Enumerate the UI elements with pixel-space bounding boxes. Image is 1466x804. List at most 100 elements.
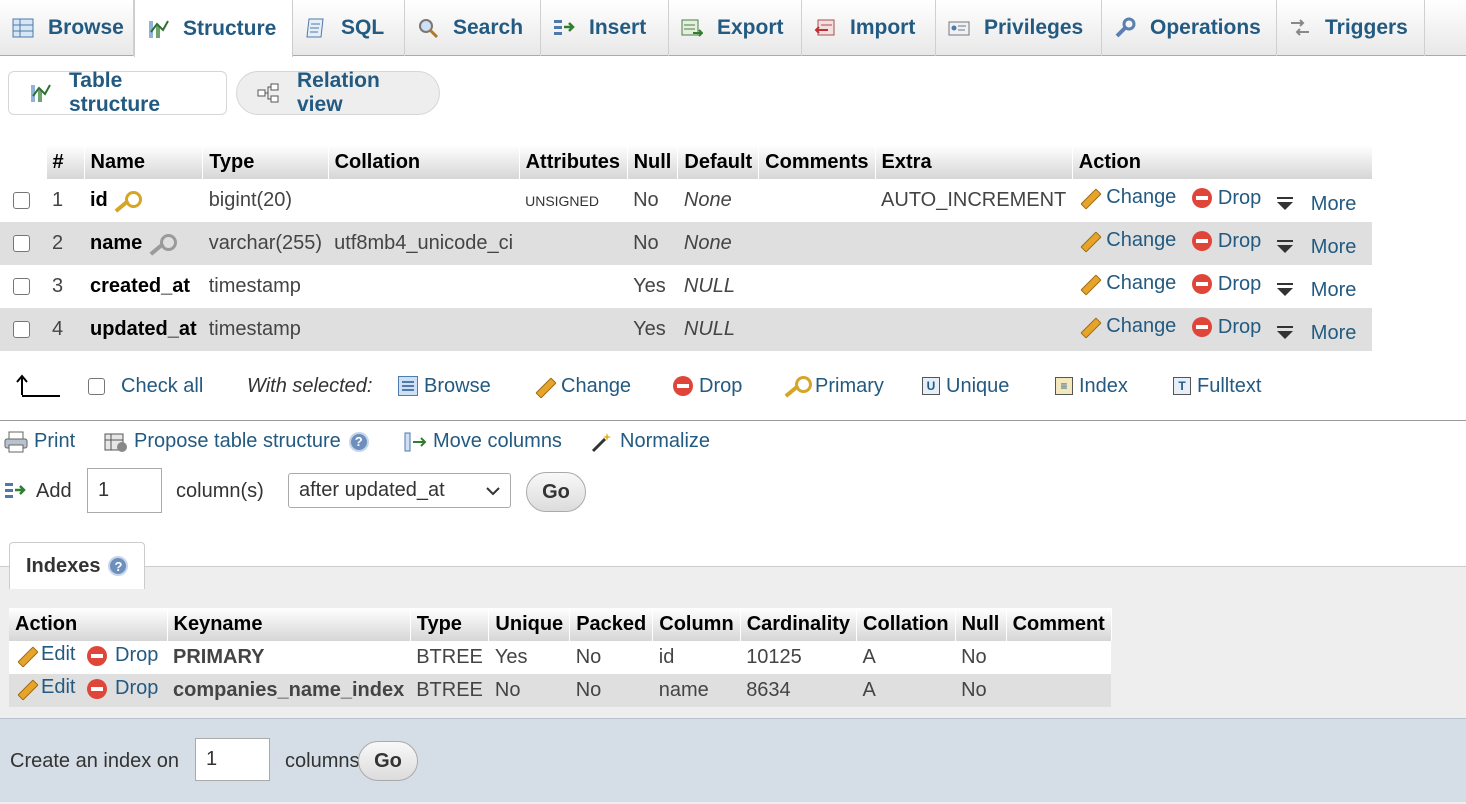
index-keyname: companies_name_index: [167, 674, 411, 707]
bulk-drop-button[interactable]: Drop: [673, 375, 742, 398]
change-link[interactable]: Change: [1078, 272, 1176, 295]
move-columns-link[interactable]: Move columns: [403, 430, 562, 453]
column-header[interactable]: #: [46, 145, 85, 179]
index-type: BTREE: [410, 641, 489, 674]
column-position-select[interactable]: after updated_at: [288, 473, 511, 508]
more-dropdown[interactable]: More: [1276, 322, 1356, 345]
drop-icon: [1191, 231, 1212, 251]
column-header[interactable]: Comments: [758, 145, 876, 179]
more-label: More: [1310, 235, 1357, 258]
column-header[interactable]: Name: [84, 145, 204, 179]
tab-label: Insert: [589, 16, 647, 39]
tab-search[interactable]: Search: [405, 0, 541, 56]
tab-export[interactable]: Export: [669, 0, 802, 56]
more-dropdown[interactable]: More: [1276, 235, 1357, 259]
check-all[interactable]: Check all: [88, 375, 203, 398]
column-name: id: [90, 189, 108, 211]
help-icon[interactable]: ?: [348, 431, 369, 452]
row-number: 4: [46, 308, 84, 351]
drop-link[interactable]: Drop: [1191, 273, 1261, 296]
check-all-label[interactable]: Check all: [121, 375, 203, 398]
normalize-link[interactable]: Normalize: [590, 430, 710, 453]
drop-index-link[interactable]: Drop: [87, 644, 158, 667]
bulk-primary-button[interactable]: Primary: [783, 375, 884, 398]
column-header[interactable]: Default: [677, 145, 760, 179]
column-header[interactable]: Attributes: [519, 145, 628, 179]
create-index-count-input[interactable]: 1: [195, 738, 270, 781]
tab-label: Search: [453, 16, 524, 39]
tab-operations[interactable]: Operations: [1102, 0, 1277, 56]
tab-privileges[interactable]: Privileges: [936, 0, 1102, 56]
pencil-icon: [1078, 186, 1100, 208]
column-extra: AUTO_INCREMENT: [875, 179, 1073, 222]
bulk-unique-button[interactable]: U Unique: [922, 375, 1009, 398]
change-link[interactable]: Change: [1078, 315, 1176, 338]
change-link[interactable]: Change: [1078, 186, 1176, 209]
column-null: No: [627, 179, 678, 222]
subtab-table-structure[interactable]: Table structure: [8, 69, 227, 116]
column-header[interactable]: Action: [1072, 145, 1373, 179]
edit-index-link[interactable]: Edit: [15, 643, 75, 666]
column-header: Cardinality: [740, 608, 858, 641]
change-link[interactable]: Change: [1078, 229, 1176, 252]
arrow-up-icon: [16, 373, 62, 399]
with-selected-label: With selected:: [247, 374, 373, 397]
column-name: updated_at: [90, 318, 197, 340]
structure-icon: [29, 82, 51, 104]
drop-link[interactable]: Drop: [1191, 316, 1261, 339]
row-checkbox[interactable]: [13, 192, 30, 210]
tab-label: Structure: [183, 16, 277, 40]
bulk-drop-label: Drop: [699, 374, 743, 397]
bulk-fulltext-button[interactable]: T Fulltext: [1173, 375, 1261, 398]
print-link[interactable]: Print: [4, 430, 75, 453]
more-dropdown[interactable]: More: [1276, 193, 1356, 216]
bulk-index-button[interactable]: ≡ Index: [1055, 375, 1128, 398]
row-checkbox[interactable]: [13, 278, 30, 296]
edit-label: Edit: [41, 643, 76, 666]
pencil-icon: [15, 644, 37, 666]
more-icon: [1276, 326, 1293, 339]
row-checkbox[interactable]: [13, 321, 30, 339]
tab-import[interactable]: Import: [802, 0, 936, 56]
tab-label: SQL: [341, 16, 385, 39]
column-comments: [758, 308, 876, 351]
pencil-icon: [1078, 272, 1100, 294]
bulk-change-button[interactable]: Change: [533, 375, 631, 398]
column-type: timestamp: [202, 308, 329, 351]
drop-link[interactable]: Drop: [1191, 230, 1261, 253]
propose-label: Propose table structure: [134, 430, 341, 452]
bulk-browse-button[interactable]: Browse: [398, 375, 491, 398]
table-row: 2 name varchar(255) utf8mb4_unicode_ci N…: [0, 222, 1373, 265]
row-checkbox[interactable]: [13, 235, 30, 253]
subtab-relation-view[interactable]: Relation view: [236, 69, 440, 116]
check-all-checkbox[interactable]: [88, 377, 105, 395]
drop-link[interactable]: Drop: [1191, 187, 1261, 210]
index-collation: A: [856, 641, 956, 674]
propose-structure-link[interactable]: Propose table structure ?: [104, 430, 369, 453]
more-dropdown[interactable]: More: [1276, 279, 1356, 302]
tab-triggers[interactable]: Triggers: [1277, 0, 1425, 56]
column-header[interactable]: Collation: [328, 145, 520, 179]
drop-index-link[interactable]: Drop: [87, 677, 158, 700]
create-index-go-button[interactable]: Go: [358, 741, 418, 781]
tab-sql[interactable]: SQL: [293, 0, 405, 56]
table-icon: [12, 17, 34, 39]
add-column-count-input[interactable]: 1: [87, 468, 162, 513]
column-header[interactable]: Type: [202, 145, 329, 179]
column-header: Packed: [569, 608, 654, 641]
magic-wand-icon: [590, 431, 612, 453]
column-header[interactable]: Null: [627, 145, 679, 179]
primary-key-icon: [113, 190, 143, 212]
indexes-toggle[interactable]: Indexes ?: [9, 542, 145, 589]
column-extra: [875, 308, 1073, 351]
tab-insert[interactable]: Insert: [541, 0, 669, 56]
tab-browse[interactable]: Browse: [0, 0, 134, 56]
column-collation: utf8mb4_unicode_ci: [328, 222, 520, 265]
edit-index-link[interactable]: Edit: [15, 676, 75, 699]
tab-structure[interactable]: Structure: [134, 0, 293, 57]
tab-label: Export: [717, 16, 784, 39]
help-icon[interactable]: ?: [108, 556, 129, 576]
add-column-go-button[interactable]: Go: [526, 472, 586, 512]
column-header[interactable]: Extra: [875, 145, 1073, 179]
indexes-title: Indexes: [26, 554, 101, 577]
